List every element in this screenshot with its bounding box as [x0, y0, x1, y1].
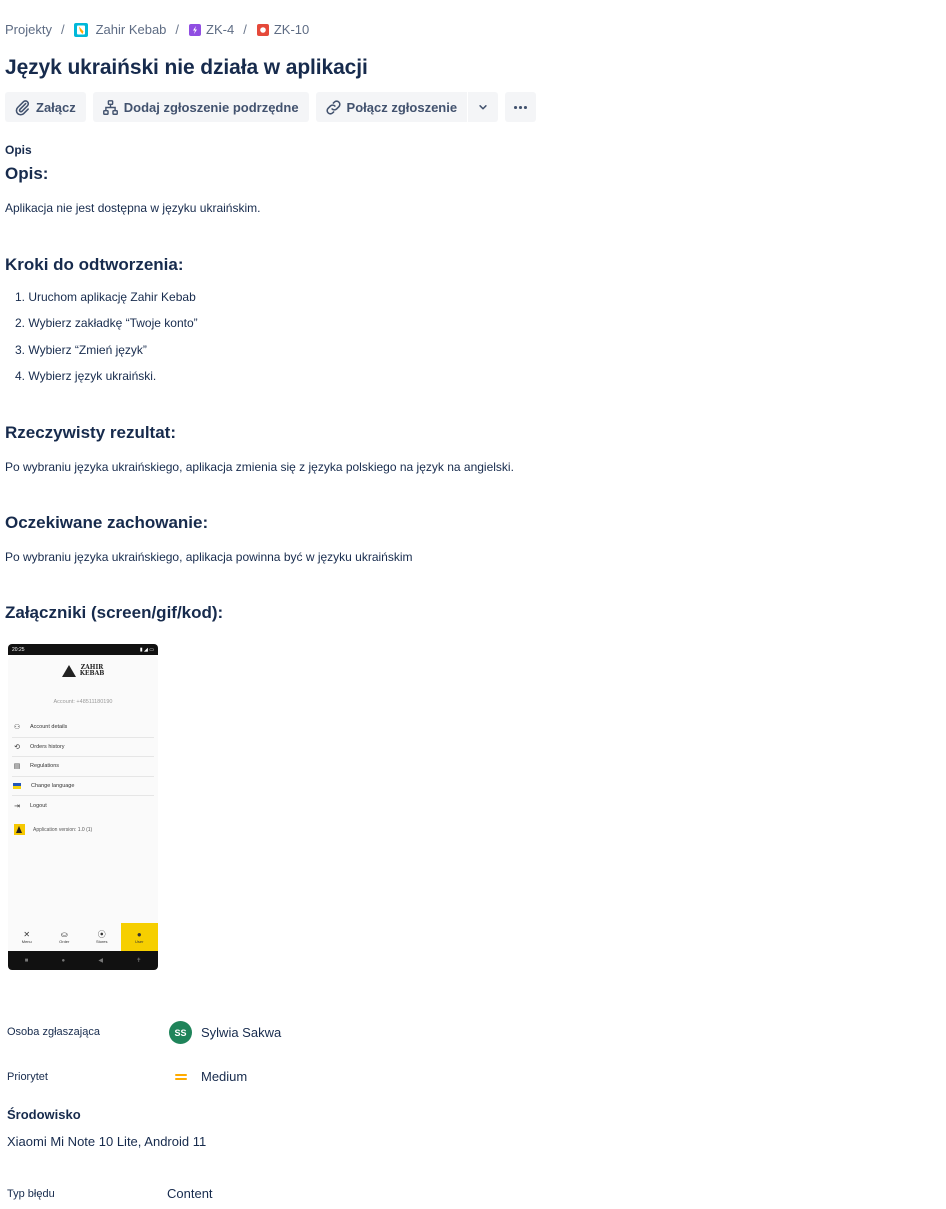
actual-result-heading: Rzeczywisty rezultat:: [5, 423, 176, 442]
accessibility-icon: ✝: [136, 958, 142, 964]
list-item: 1. Uruchom aplikację Zahir Kebab: [15, 290, 196, 304]
issue-toolbar: Załącz Dodaj zgłoszenie podrzędne Połącz…: [5, 92, 543, 122]
pin-icon: ⦿: [97, 930, 106, 939]
project-avatar-icon: [73, 22, 88, 37]
paperclip-icon: [15, 99, 30, 116]
breadcrumb-separator: /: [175, 22, 180, 37]
description-section-label: Opis: [5, 143, 32, 157]
list-item: 3. Wybierz “Zmień język”: [15, 342, 147, 357]
attach-button[interactable]: Załącz: [5, 92, 86, 122]
breadcrumb-separator: /: [60, 22, 65, 37]
history-icon: ⟲: [14, 743, 20, 751]
breadcrumb-issue[interactable]: ZK-10: [256, 22, 309, 37]
nav-tab-user: ● User: [120, 923, 158, 951]
list-item: 4. Wybierz język ukraiński.: [15, 369, 157, 384]
logo-mark-icon: [61, 665, 76, 677]
ukraine-flag-icon: [13, 782, 21, 789]
phone-screen: ZAHIR KEBAB Account: +48511180190 ⚇ Accou…: [8, 655, 158, 925]
account-menu: ⚇ Account details ⟲ Orders history ▤ Regula…: [12, 718, 154, 816]
bug-type-label: Typ błędu: [7, 1188, 55, 1200]
description-heading: Opis:: [5, 164, 49, 183]
phone-bottom-nav: ✕ Menu ⛀ Order ⦿ Stores ● User: [8, 923, 158, 951]
list-item: 2. Wybierz zakładkę “Twoje konto”: [15, 316, 198, 331]
link-issue-dropdown-button[interactable]: [468, 92, 499, 122]
avatar: SS: [169, 1021, 192, 1044]
recents-icon: ■: [24, 957, 29, 964]
document-icon: ▤: [13, 763, 21, 771]
description-text: Aplikacja nie jest dostępna w języku ukr…: [5, 201, 261, 215]
link-issue-group: Połącz zgłoszenie: [315, 92, 499, 122]
nav-tab-order: ⛀ Order: [59, 930, 70, 944]
expected-behavior-heading: Oczekiwane zachowanie:: [5, 513, 209, 532]
breadcrumb-epic[interactable]: ZK-4: [188, 22, 234, 37]
bug-type-value: Content: [167, 1186, 213, 1201]
environment-value[interactable]: Xiaomi Mi Note 10 Lite, Android 11: [7, 1134, 206, 1149]
phone-status-bar: 20:25 ▮ ◢ ▭: [8, 644, 158, 655]
page-title[interactable]: Język ukraiński nie działa w aplikacji: [5, 56, 368, 80]
link-issue-button[interactable]: Połącz zgłoszenie: [315, 92, 468, 122]
back-icon: ◀: [98, 958, 104, 964]
user-settings-icon: ⚇: [13, 724, 21, 732]
priority-medium-icon: [175, 1072, 187, 1082]
breadcrumb-projects[interactable]: Projekty: [5, 22, 52, 37]
priority-label: Priorytet: [7, 1071, 48, 1083]
expected-behavior-text: Po wybraniu języka ukraińskiego, aplikac…: [5, 550, 413, 564]
breadcrumb-separator: /: [243, 22, 247, 37]
add-child-issue-button[interactable]: Dodaj zgłoszenie podrzędne: [92, 92, 309, 122]
priority-value: Medium: [201, 1069, 248, 1084]
menu-item: ⇥ Logout: [12, 796, 154, 816]
steps-list: 1. Uruchom aplikację Zahir Kebab 2. Wybi…: [15, 290, 198, 396]
more-horizontal-icon: [514, 105, 528, 109]
user-icon: ●: [136, 930, 142, 939]
bug-icon: [256, 23, 270, 37]
phone-system-bar: ■ ● ◀ ✝: [8, 951, 158, 970]
reporter-name: Sylwia Sakwa: [201, 1025, 282, 1040]
menu-item: ⚇ Account details: [12, 718, 154, 738]
nav-tab-stores: ⦿ Stores: [95, 930, 108, 944]
bug-type-field[interactable]: Content: [167, 1186, 213, 1201]
zahir-kebab-logo: ZAHIR KEBAB: [8, 665, 158, 677]
nav-tab-menu: ✕ Menu: [21, 930, 32, 944]
app-version: Application version: 1.0 (1): [14, 824, 92, 835]
logout-icon: ⇥: [14, 802, 20, 810]
chevron-down-icon: [479, 105, 487, 110]
steps-heading: Kroki do odtworzenia:: [5, 255, 184, 274]
reporter-field[interactable]: SS Sylwia Sakwa: [167, 1021, 281, 1044]
hierarchy-icon: [102, 99, 118, 115]
attachment-thumbnail[interactable]: 20:25 ▮ ◢ ▭ ZAHIR KEBAB Account: +485111…: [8, 644, 158, 970]
reporter-label: Osoba zgłaszająca: [7, 1026, 100, 1038]
link-icon: [325, 99, 341, 115]
home-icon: ●: [61, 957, 66, 964]
app-logo-icon: [14, 824, 25, 835]
breadcrumb-project[interactable]: Zahir Kebab: [73, 22, 166, 37]
environment-label: Środowisko: [7, 1107, 81, 1122]
epic-icon: [188, 23, 202, 37]
utensils-icon: ✕: [23, 930, 31, 939]
account-number: Account: +48511180190: [53, 699, 113, 705]
signal-battery-icon: ▮ ◢ ▭: [139, 646, 154, 653]
more-actions-button[interactable]: [505, 92, 537, 122]
attachments-heading: Załączniki (screen/gif/kod):: [5, 603, 224, 622]
menu-item: ▤ Regulations: [12, 757, 154, 777]
priority-field[interactable]: Medium: [167, 1069, 247, 1084]
breadcrumb: Projekty / Zahir Kebab / ZK-4 / ZK-10: [5, 22, 309, 37]
basket-icon: ⛀: [60, 930, 68, 939]
menu-item: ⟲ Orders history: [12, 738, 154, 757]
menu-item: Change language: [12, 777, 154, 796]
actual-result-text: Po wybraniu języka ukraińskiego, aplikac…: [5, 460, 514, 474]
